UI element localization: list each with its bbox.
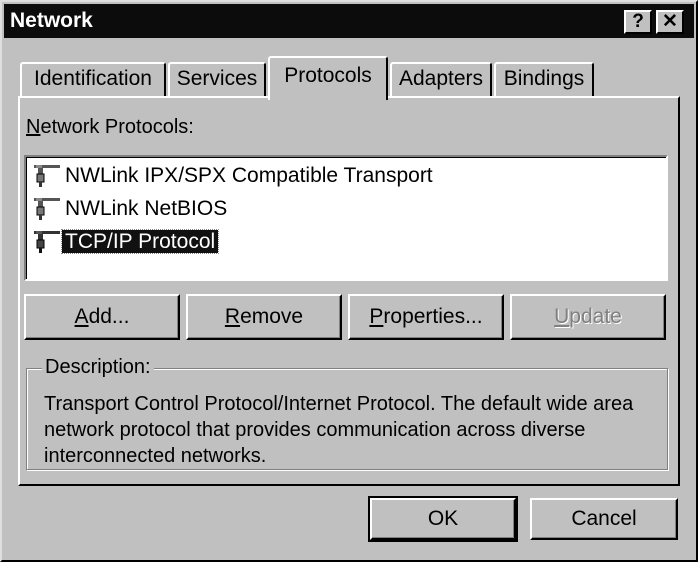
title-bar[interactable]: Network ? ✕ [4, 4, 694, 38]
close-button[interactable]: ✕ [656, 10, 684, 34]
description-label: Description: [42, 356, 154, 379]
description-text: Transport Control Protocol/Internet Prot… [44, 393, 634, 467]
properties-button[interactable]: Properties... [348, 294, 504, 340]
network-dialog: Network ? ✕ Identification Services Prot… [0, 0, 698, 562]
list-item-selected[interactable]: TCP/IP Protocol [32, 227, 220, 257]
update-button[interactable]: Update [510, 294, 666, 340]
tab-identification[interactable]: Identification [20, 62, 166, 96]
close-icon: ✕ [662, 11, 678, 32]
protocols-listbox[interactable]: NWLink IPX/SPX Compatible Transport NWLi… [24, 155, 668, 281]
network-protocol-icon [34, 198, 60, 221]
network-protocols-label: Network Protocols: [26, 116, 194, 138]
network-protocol-icon [34, 165, 60, 188]
list-item[interactable]: NWLink IPX/SPX Compatible Transport [32, 161, 436, 191]
list-item[interactable]: NWLink NetBIOS [32, 194, 230, 224]
help-button[interactable]: ? [624, 10, 652, 34]
tab-protocols[interactable]: Protocols [268, 56, 388, 100]
window-title: Network [10, 9, 93, 32]
tab-services[interactable]: Services [168, 62, 266, 96]
tab-bindings[interactable]: Bindings [494, 62, 594, 96]
add-button[interactable]: Add... [24, 294, 180, 340]
network-protocol-icon [34, 231, 60, 254]
ok-button[interactable]: OK [368, 496, 518, 542]
remove-button[interactable]: Remove [186, 294, 342, 340]
cancel-button[interactable]: Cancel [530, 498, 678, 540]
tab-adapters[interactable]: Adapters [390, 62, 492, 96]
